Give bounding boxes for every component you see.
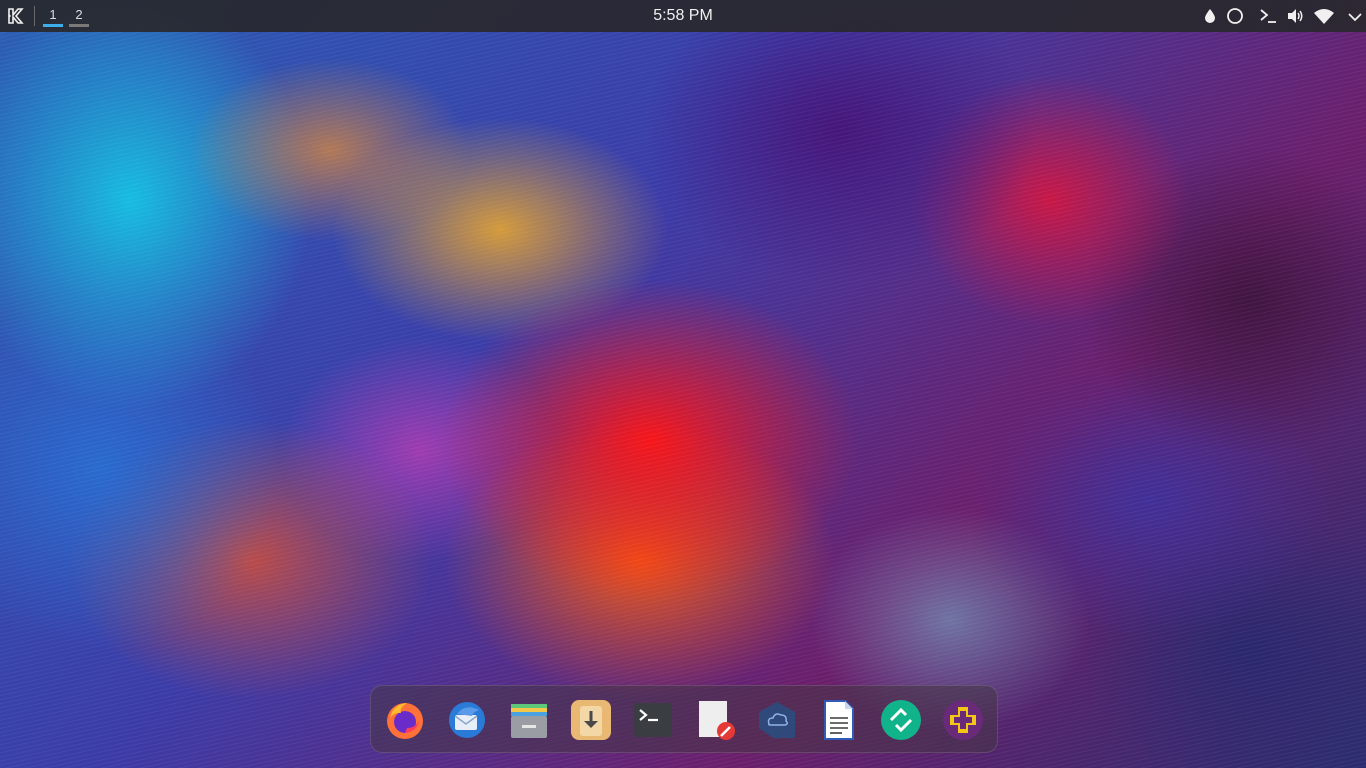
desktop-switch-1[interactable]: 1 [43,7,63,27]
desktop[interactable]: 1 2 5:58 PM [0,0,1366,768]
desktop-indicator-1 [43,24,63,27]
dock-item-text-editor[interactable] [693,698,737,742]
terminal-app-icon [634,703,672,737]
archive-icon [511,704,547,738]
dock-item-terminal[interactable] [631,698,675,742]
thunderbird-icon [449,702,485,738]
sync-icon [881,700,921,740]
dock-item-firefox[interactable] [383,698,427,742]
desktop-indicator-2 [69,24,89,27]
desktop-switch-2[interactable]: 2 [69,7,89,27]
panel-separator [34,6,35,26]
firefox-icon [387,703,423,739]
dock-item-downloader[interactable] [569,698,613,742]
download-icon [571,700,611,740]
cloud-icon [759,702,795,738]
dock-item-sync-app[interactable] [879,698,923,742]
top-panel: 1 2 5:58 PM [0,0,1366,32]
dock-item-cloud-storage[interactable] [755,698,799,742]
wallpaper-texture [0,0,1366,768]
kde-logo-icon[interactable] [6,6,26,26]
wifi-icon[interactable] [1313,7,1335,25]
dock-item-archive-manager[interactable] [507,698,551,742]
text-editor-icon [699,701,735,740]
dock-item-thunderbird[interactable] [445,698,489,742]
desktop-label-2: 2 [75,7,83,22]
color-picker-icon[interactable] [1201,7,1219,25]
plus-icon [943,700,983,740]
dock [370,685,998,753]
dock-item-add-app[interactable] [941,698,985,742]
clock[interactable]: 5:58 PM [633,7,733,25]
terminal-icon[interactable] [1259,7,1277,25]
volume-icon[interactable] [1286,7,1304,25]
panel-menu-icon[interactable] [1346,7,1364,25]
dock-item-document-viewer[interactable] [817,698,861,742]
shape-circle-icon[interactable] [1226,7,1244,25]
document-icon [824,700,854,740]
desktop-label-1: 1 [49,7,57,22]
